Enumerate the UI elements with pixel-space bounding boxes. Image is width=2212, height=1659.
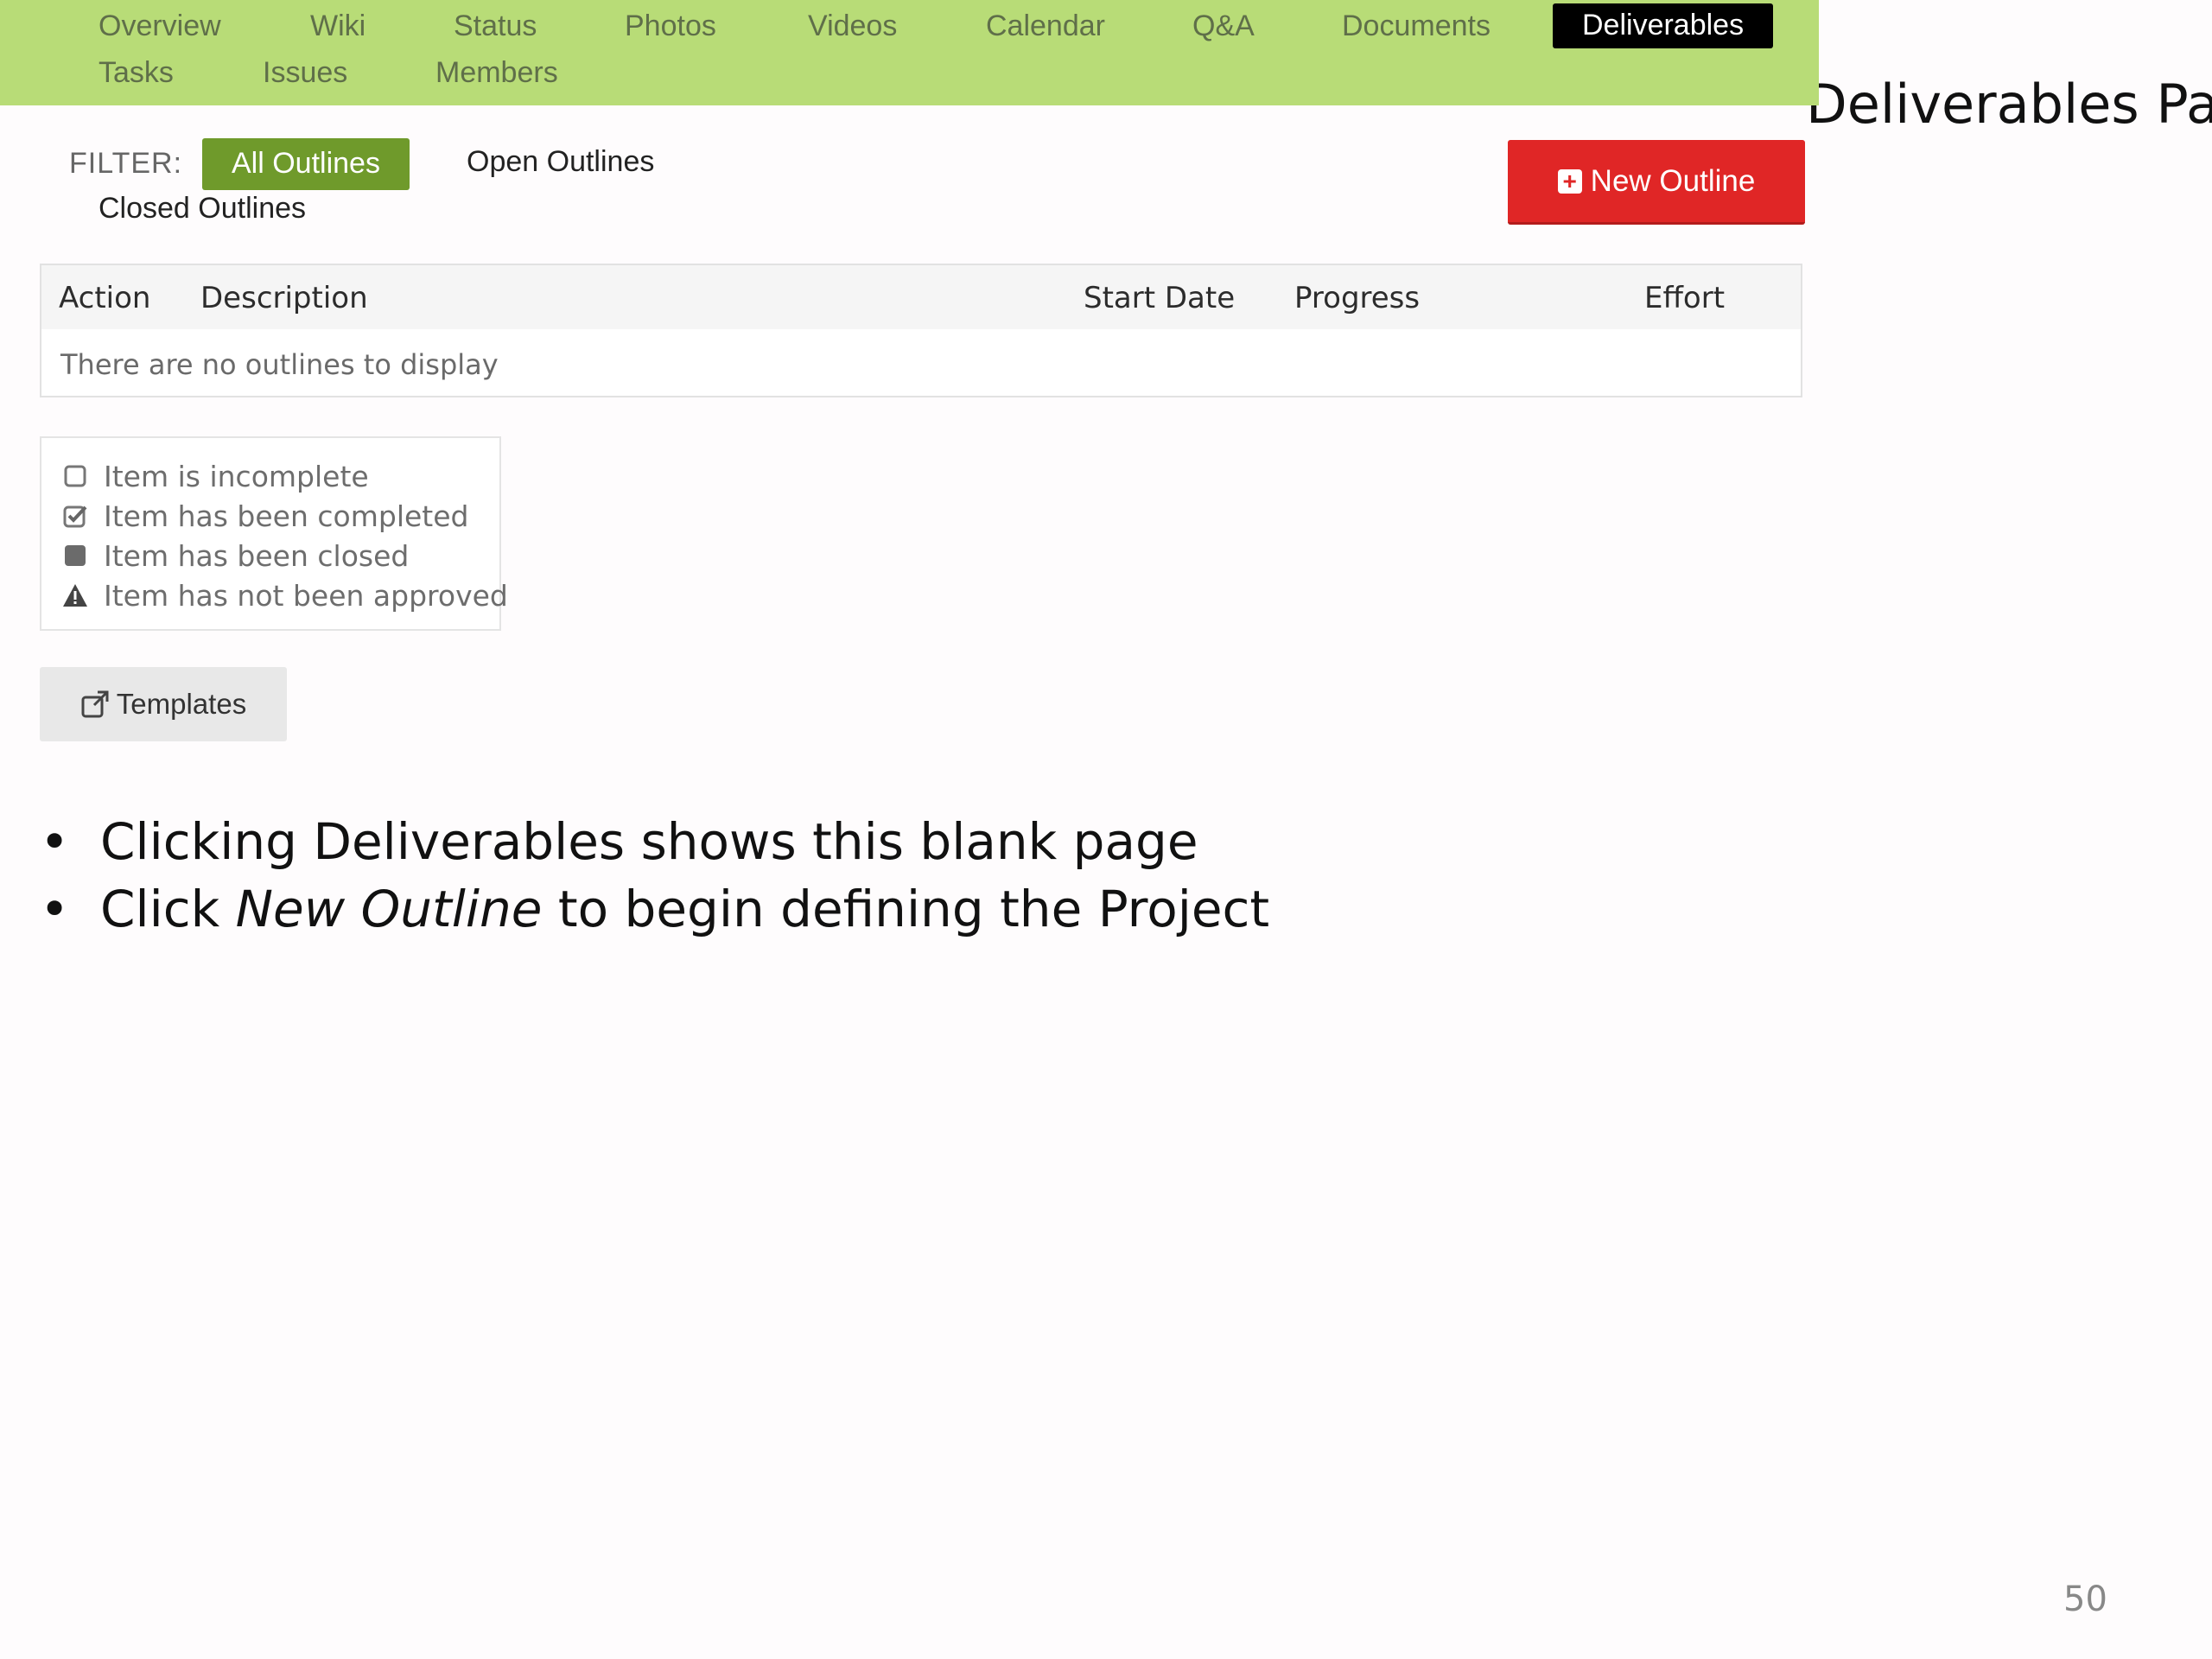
- nav-photos[interactable]: Photos: [625, 11, 716, 41]
- nav-deliverables[interactable]: Deliverables: [1553, 3, 1774, 48]
- legend-item-closed: Item has been closed: [62, 538, 409, 573]
- empty-checkbox-icon: [62, 463, 88, 489]
- legend-label: Item has been completed: [104, 499, 469, 533]
- nav-calendar[interactable]: Calendar: [986, 11, 1105, 41]
- legend-item-not-approved: Item has not been approved: [62, 578, 508, 613]
- legend-item-incomplete: Item is incomplete: [62, 459, 369, 493]
- new-outline-button[interactable]: + New Outline: [1508, 140, 1805, 225]
- warning-triangle-icon: [62, 582, 88, 608]
- column-description: Description: [200, 281, 368, 315]
- filter-all-outlines[interactable]: All Outlines: [202, 138, 410, 190]
- column-effort: Effort: [1644, 281, 1726, 315]
- legend-label: Item is incomplete: [104, 459, 369, 493]
- nav-members[interactable]: Members: [435, 58, 558, 87]
- checked-checkbox-icon: [62, 503, 88, 529]
- bullet-emphasis: New Outline: [235, 880, 543, 938]
- bullet-marker: •: [40, 812, 70, 871]
- page-number: 50: [2063, 1580, 2107, 1619]
- column-progress: Progress: [1294, 281, 1421, 315]
- nav-overview[interactable]: Overview: [99, 11, 221, 41]
- bullet-text: Clicking Deliverables shows this blank p…: [100, 812, 1198, 871]
- templates-button[interactable]: Templates: [40, 667, 287, 741]
- column-action: Action: [59, 281, 151, 315]
- project-navbar: Overview Wiki Status Photos Videos Calen…: [0, 0, 1819, 105]
- empty-table-message: There are no outlines to display: [60, 348, 499, 381]
- nav-tasks[interactable]: Tasks: [99, 58, 174, 87]
- legend-label: Item has been closed: [104, 538, 410, 573]
- filled-square-icon: [62, 543, 88, 569]
- column-start-date: Start Date: [1084, 281, 1236, 315]
- bullet-text-prefix: Click: [100, 880, 236, 938]
- bullet-marker: •: [40, 880, 70, 938]
- slide-title: Deliverables Page: [1806, 73, 2212, 136]
- nav-qa[interactable]: Q&A: [1192, 11, 1255, 41]
- nav-status[interactable]: Status: [454, 11, 537, 41]
- legend-item-completed: Item has been completed: [62, 499, 468, 533]
- plus-square-icon: +: [1557, 168, 1582, 194]
- nav-issues[interactable]: Issues: [263, 58, 347, 87]
- bullet-item: • Clicking Deliverables shows this blank…: [40, 812, 1269, 880]
- external-link-icon: [80, 690, 110, 719]
- bullet-text-suffix: to begin defining the Project: [542, 880, 1270, 938]
- nav-videos[interactable]: Videos: [808, 11, 897, 41]
- table-header: Action Description Start Date Progress E…: [41, 265, 1801, 329]
- status-legend: Item is incomplete Item has been complet…: [40, 436, 508, 631]
- filter-label: FILTER:: [69, 147, 183, 180]
- new-outline-label: New Outline: [1590, 163, 1756, 198]
- bullet-item: • Click New Outline to begin defining th…: [40, 880, 1269, 947]
- nav-wiki[interactable]: Wiki: [310, 11, 365, 41]
- legend-label: Item has not been approved: [104, 578, 508, 613]
- filter-closed-outlines[interactable]: Closed Outlines: [99, 194, 306, 223]
- filter-open-outlines[interactable]: Open Outlines: [467, 147, 654, 176]
- outlines-table: Action Description Start Date Progress E…: [40, 264, 1802, 397]
- templates-label: Templates: [116, 688, 247, 720]
- nav-documents[interactable]: Documents: [1342, 11, 1491, 41]
- slide-bullets: • Clicking Deliverables shows this blank…: [40, 812, 1269, 947]
